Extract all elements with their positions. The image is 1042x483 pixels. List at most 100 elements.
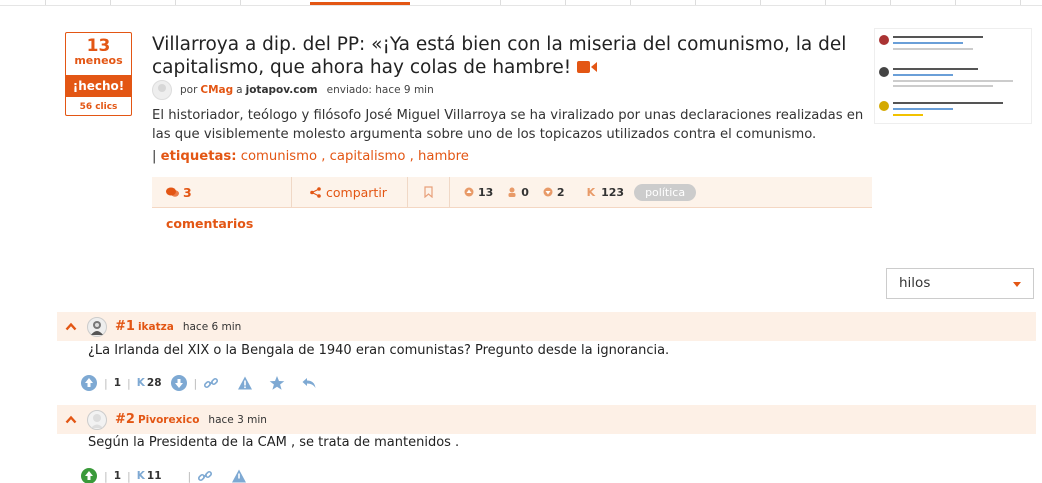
karma-value: 123 bbox=[601, 185, 625, 199]
nav-divider bbox=[1020, 0, 1021, 5]
story-thumbnail[interactable] bbox=[874, 28, 1032, 124]
tag-separator: , bbox=[317, 149, 326, 164]
divider: | bbox=[127, 469, 131, 483]
chevron-down-icon bbox=[1013, 282, 1021, 287]
vote-box: 13 meneos ¡hecho! 56 clics bbox=[65, 32, 132, 116]
report-icon[interactable] bbox=[237, 375, 253, 391]
tag-link[interactable]: hambre bbox=[418, 149, 469, 164]
story-tags: | etiquetas: comunismo , capitalismo , h… bbox=[152, 147, 469, 166]
story-title-text[interactable]: Villarroya a dip. del PP: «¡Ya está bien… bbox=[152, 34, 846, 78]
comment-sort-value[interactable]: hilos bbox=[899, 275, 930, 291]
submitter-link[interactable]: CMag bbox=[200, 84, 233, 96]
share-label[interactable]: compartir bbox=[326, 185, 387, 200]
anonymous-votes-count: 0 bbox=[521, 185, 529, 199]
nav-divider bbox=[500, 0, 501, 5]
comment-number[interactable]: #2 bbox=[115, 412, 135, 427]
thumbnail-text-line bbox=[893, 85, 993, 87]
link-icon[interactable] bbox=[203, 375, 219, 391]
story-description: El historiador, teólogo y filósofo José … bbox=[152, 108, 864, 142]
thumbnail-text-line bbox=[893, 108, 953, 110]
upvoted-icon[interactable] bbox=[80, 467, 98, 483]
nav-divider bbox=[825, 0, 826, 5]
vote-count-label: meneos bbox=[74, 54, 123, 67]
thumbnail-text-line bbox=[893, 42, 963, 44]
bookmark-icon bbox=[424, 185, 433, 198]
collapse-arrow-icon[interactable] bbox=[65, 414, 77, 426]
comment-actions: | 1 | K 28 | bbox=[80, 373, 317, 393]
thumbnail-text-line bbox=[893, 102, 1003, 104]
commenter-name[interactable]: ikatza bbox=[138, 321, 174, 333]
thumbnail-text-line bbox=[893, 48, 973, 50]
divider: | bbox=[193, 376, 198, 390]
tag-link[interactable]: capitalismo bbox=[330, 149, 406, 164]
star-icon[interactable] bbox=[269, 375, 285, 391]
comment-actions: | 1 | K 11 | bbox=[80, 466, 247, 483]
active-nav-tab[interactable] bbox=[310, 2, 410, 5]
nav-divider bbox=[630, 0, 631, 5]
comment-sort-select[interactable]: hilos bbox=[886, 268, 1034, 299]
comment-text: Según la Presidenta de la CAM , se trata… bbox=[88, 435, 460, 450]
divider: | bbox=[187, 469, 192, 483]
tag-separator: , bbox=[405, 149, 414, 164]
comment-time: hace 3 min bbox=[208, 413, 267, 426]
meta-at-label: a bbox=[236, 84, 243, 96]
thumbnail-text-line bbox=[893, 68, 978, 70]
comments-link[interactable]: 3 comentarios bbox=[152, 176, 292, 231]
submitter-avatar[interactable] bbox=[152, 80, 172, 100]
vote-count: 13 bbox=[86, 36, 111, 56]
thumbnail-avatar bbox=[879, 35, 889, 45]
negative-votes: 2 bbox=[543, 186, 565, 199]
collapse-arrow-icon[interactable] bbox=[65, 321, 77, 333]
comment-votes: 1 bbox=[113, 470, 122, 482]
positive-votes: 13 bbox=[464, 186, 493, 199]
commenter-name[interactable]: Pivorexico bbox=[138, 414, 199, 426]
commenter-avatar[interactable] bbox=[87, 316, 107, 337]
anonymous-icon bbox=[508, 187, 516, 197]
report-icon[interactable] bbox=[231, 468, 247, 483]
category-badge[interactable]: política bbox=[634, 183, 697, 201]
comment-karma: 28 bbox=[146, 377, 162, 389]
negative-votes-count: 2 bbox=[556, 185, 565, 199]
tags-colon: : bbox=[231, 149, 237, 164]
share-button[interactable]: compartir bbox=[292, 176, 408, 208]
nav-divider bbox=[45, 0, 46, 5]
video-icon bbox=[577, 61, 598, 73]
nav-divider bbox=[890, 0, 891, 5]
comment-karma-label: K bbox=[136, 470, 145, 482]
click-count: 56 clics bbox=[79, 102, 118, 112]
thumbnail-text-line bbox=[893, 80, 1013, 82]
reply-icon[interactable] bbox=[301, 375, 317, 391]
top-nav-bar bbox=[0, 0, 1042, 6]
downvote-icon[interactable] bbox=[170, 374, 188, 392]
positive-votes-count: 13 bbox=[477, 185, 494, 199]
thumbnail-text-line bbox=[893, 74, 953, 76]
nav-divider bbox=[175, 0, 176, 5]
divider: | bbox=[127, 376, 131, 390]
story-title[interactable]: Villarroya a dip. del PP: «¡Ya está bien… bbox=[152, 33, 872, 79]
comment-number[interactable]: #1 bbox=[115, 319, 135, 334]
tags-label: etiquetas bbox=[160, 149, 232, 164]
comment-karma-label: K bbox=[136, 377, 145, 389]
comment-votes: 1 bbox=[113, 377, 122, 389]
source-domain[interactable]: jotapov.com bbox=[246, 84, 318, 96]
commenter-avatar[interactable] bbox=[87, 409, 107, 430]
divider: | bbox=[104, 469, 108, 483]
downvote-circle-icon bbox=[543, 187, 553, 197]
thumbnail-tweet bbox=[879, 33, 1029, 59]
anonymous-votes: 0 bbox=[507, 186, 529, 199]
bookmark-button[interactable] bbox=[408, 176, 450, 208]
upvote-icon[interactable] bbox=[80, 374, 98, 392]
avatar-image bbox=[91, 413, 103, 428]
vote-button[interactable]: ¡hecho! bbox=[66, 75, 131, 97]
story-meta: por CMag a jotapov.com enviado: hace 9 m… bbox=[152, 80, 434, 100]
tag-link[interactable]: comunismo bbox=[241, 149, 317, 164]
thumbnail-avatar bbox=[879, 101, 889, 111]
upvote-circle-icon bbox=[464, 187, 474, 197]
comments-icon bbox=[166, 187, 179, 197]
link-icon[interactable] bbox=[197, 468, 213, 483]
comments-count[interactable]: 3 comentarios bbox=[166, 185, 253, 231]
comment-header: #2 Pivorexico hace 3 min bbox=[57, 405, 1036, 434]
avatar-image bbox=[91, 320, 103, 335]
thumbnail-tweet bbox=[879, 65, 1029, 91]
thumbnail-tweet bbox=[879, 99, 1029, 125]
